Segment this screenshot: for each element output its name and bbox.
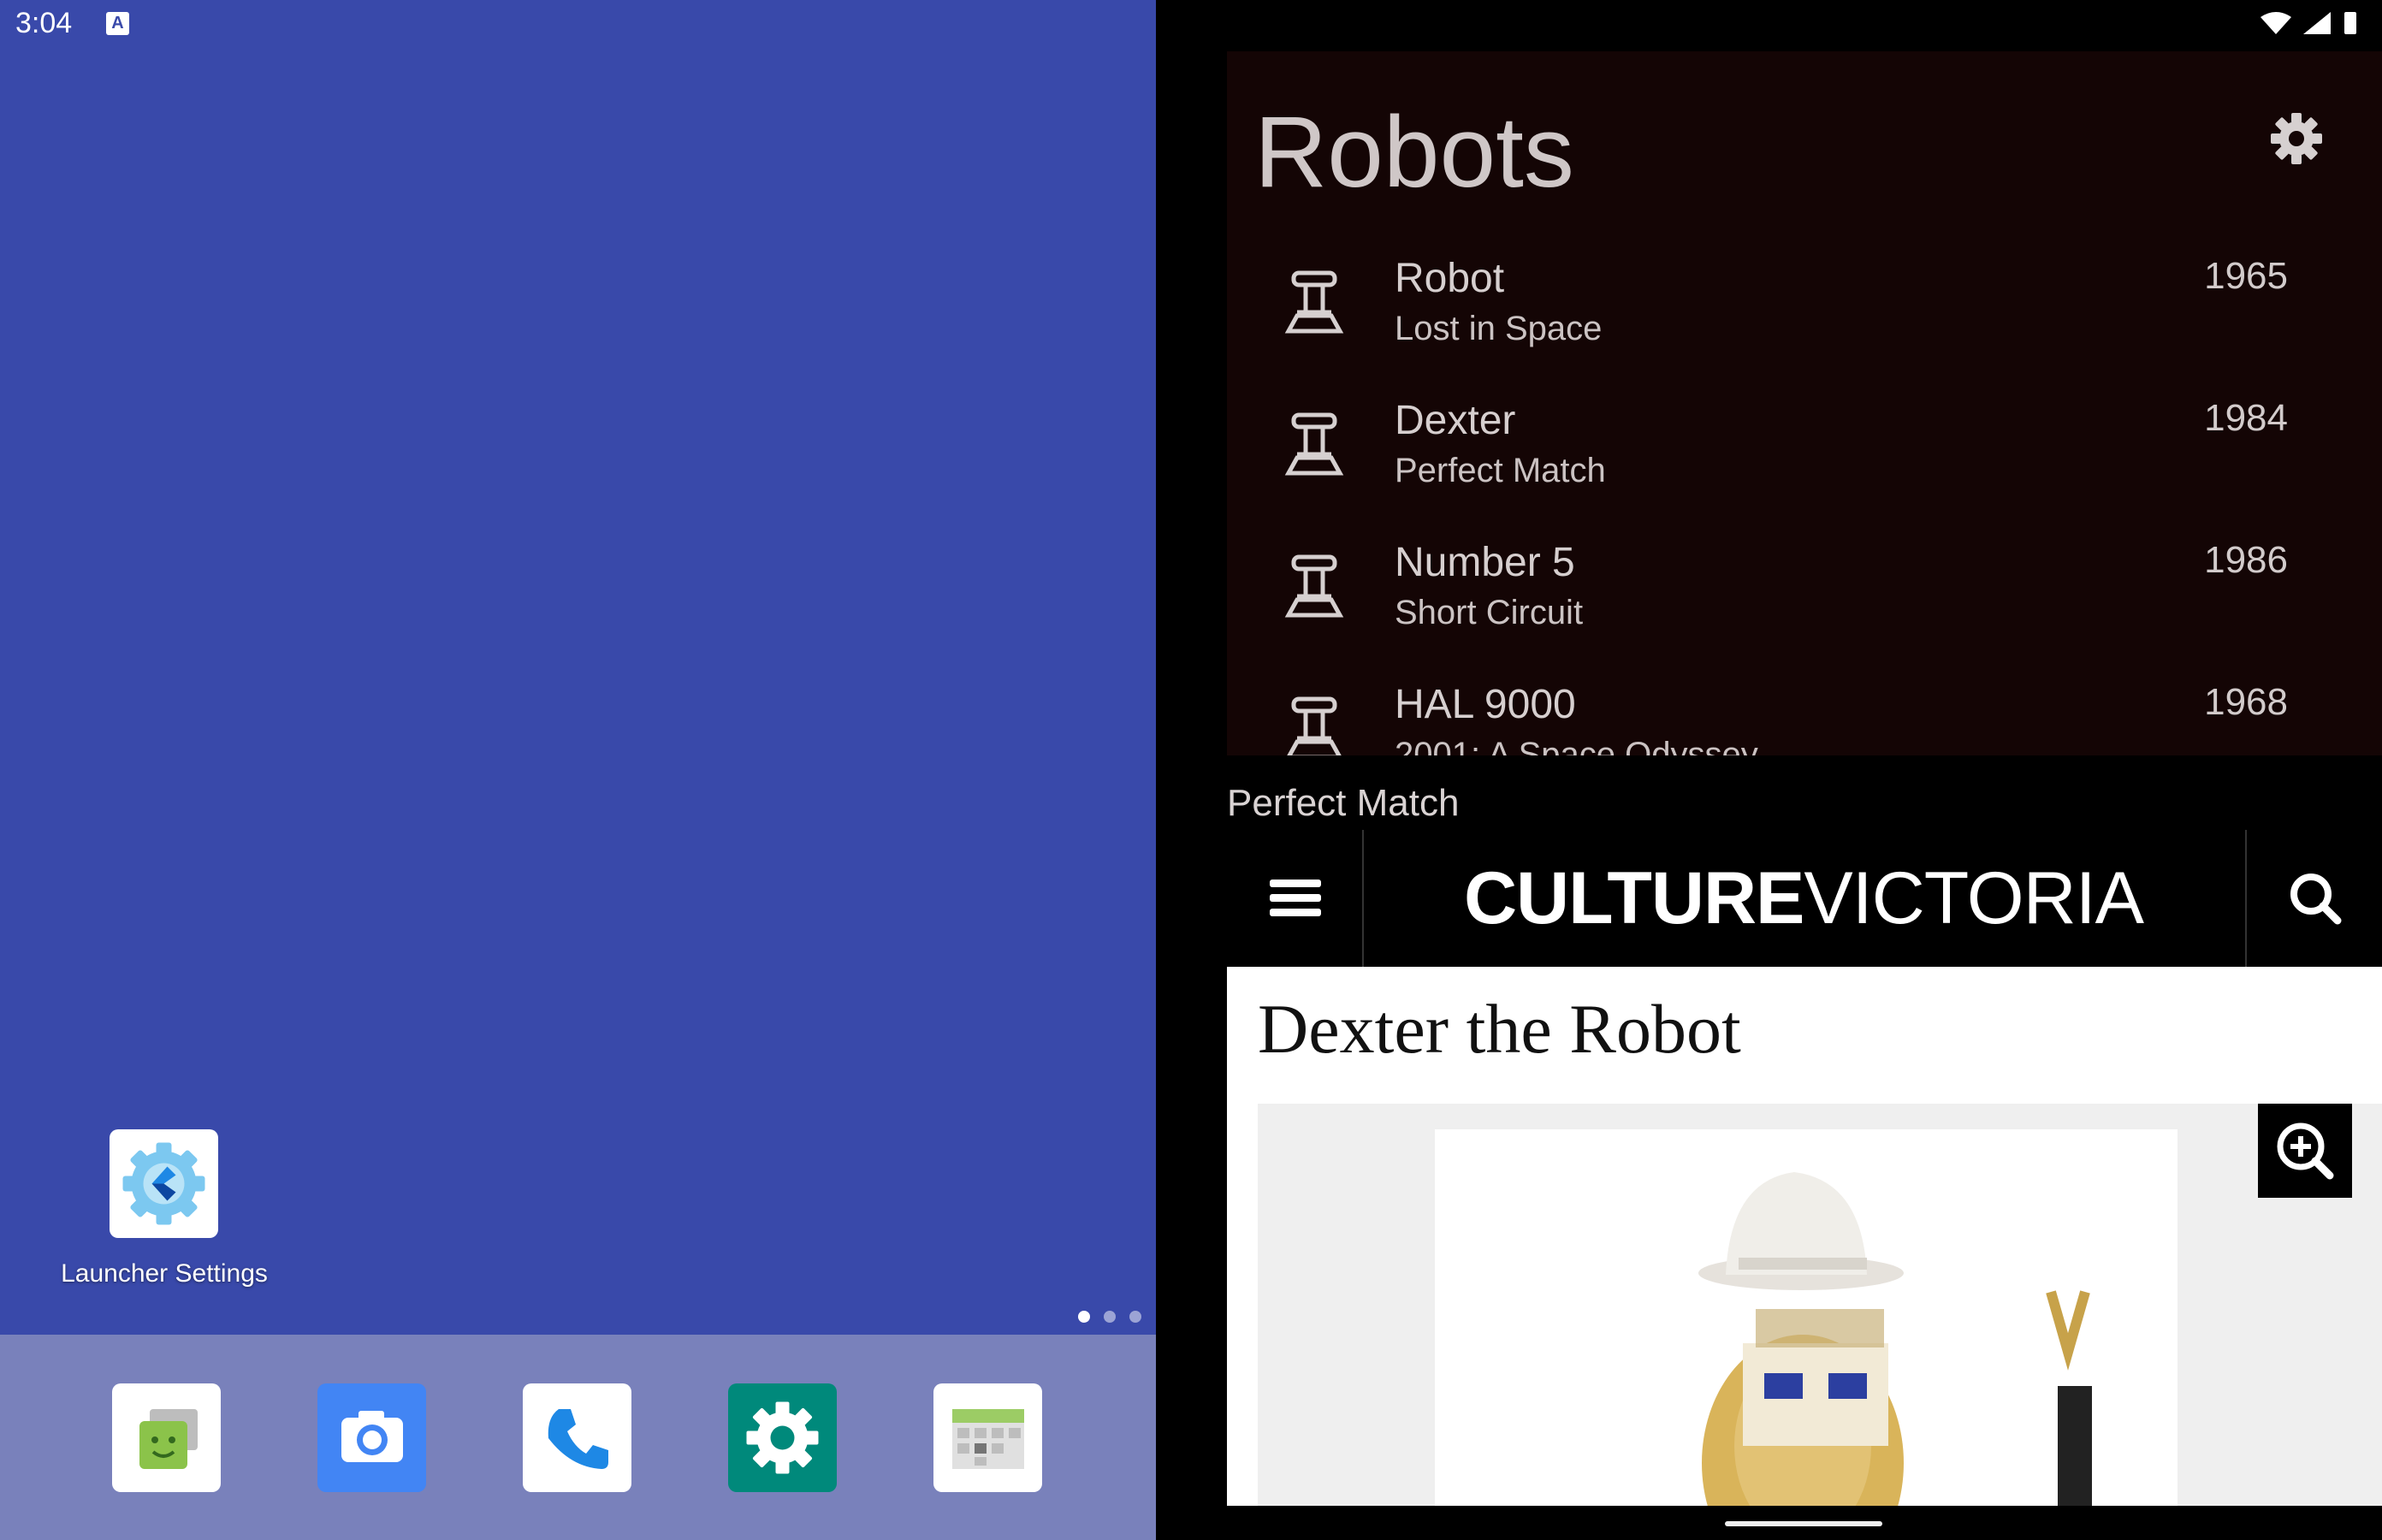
calendar-icon: [952, 1409, 1024, 1469]
calendar-app[interactable]: [933, 1383, 1042, 1492]
search-icon: [2290, 874, 2342, 925]
article-title: Dexter the Robot: [1258, 990, 1741, 1068]
launcher-settings-icon: [110, 1129, 218, 1238]
battery-icon: [2344, 12, 2356, 34]
robot-icon: [1284, 554, 1344, 618]
menu-button[interactable]: [1227, 830, 1364, 967]
robot-list-item[interactable]: Dexter Perfect Match 1984: [1227, 388, 2382, 530]
robot-name: HAL 9000: [1395, 682, 1576, 727]
zoom-button[interactable]: [2258, 1104, 2352, 1198]
robot-name: Number 5: [1395, 540, 1575, 585]
robot-year: 1984: [2204, 397, 2288, 439]
wifi-icon: [2261, 12, 2291, 34]
camera-app[interactable]: [317, 1383, 426, 1492]
phone-icon: [548, 1409, 608, 1469]
signal-icon: [2303, 12, 2331, 34]
camera-icon: [341, 1411, 403, 1462]
web-view: CULTURE VICTORIA Dexter the Robot: [1227, 830, 2382, 1506]
robot-list-item[interactable]: Robot Lost in Space 1965: [1227, 246, 2382, 388]
accessibility-notification-icon: A: [106, 12, 129, 35]
phone-app[interactable]: [523, 1383, 631, 1492]
site-logo[interactable]: CULTURE VICTORIA: [1362, 830, 2245, 967]
page-indicator-dot-active: [1078, 1311, 1090, 1323]
launcher-home-screen: [0, 0, 1156, 1540]
robot-film: Lost in Space: [1395, 310, 1603, 347]
logo-culture: CULTURE: [1463, 856, 1804, 939]
launcher-settings-label: Launcher Settings: [61, 1259, 268, 1288]
status-time: 3:04: [15, 7, 73, 39]
robot-year: 1968: [2204, 681, 2288, 723]
search-button[interactable]: [2245, 830, 2382, 967]
robot-name: Robot: [1395, 256, 1505, 301]
robot-name: Dexter: [1395, 398, 1516, 443]
robot-icon: [1284, 270, 1344, 334]
robot-film: 2001: A Space Odyssey: [1395, 736, 1758, 755]
selected-film-caption: Perfect Match: [1227, 782, 1460, 824]
settings-gear-button[interactable]: [2269, 111, 2324, 166]
page-indicator-dot: [1129, 1311, 1141, 1323]
site-header: CULTURE VICTORIA: [1227, 830, 2382, 967]
robot-list-item[interactable]: Number 5 Short Circuit 1986: [1227, 530, 2382, 672]
hamburger-menu-icon: [1270, 880, 1321, 916]
app-dock: [0, 1335, 1156, 1540]
article-image-area: [1258, 1104, 2382, 1506]
robot-year: 1965: [2204, 255, 2288, 297]
robot-list-item[interactable]: HAL 9000 2001: A Space Odyssey 1968: [1227, 672, 2382, 755]
robot-icon: [1287, 696, 1342, 755]
robot-year: 1986: [2204, 539, 2288, 581]
status-icons: [2259, 10, 2370, 42]
settings-icon: [746, 1401, 819, 1474]
robot-image: [1698, 1172, 2092, 1506]
gear-icon: [2271, 113, 2322, 164]
robot-film: Perfect Match: [1395, 452, 1606, 489]
page-indicator-dot: [1104, 1311, 1116, 1323]
dexter-robot-photo[interactable]: [1435, 1129, 2178, 1506]
robot-film: Short Circuit: [1395, 594, 1584, 631]
page-title: Robots: [1254, 96, 1574, 209]
messages-icon: [139, 1409, 198, 1469]
robot-icon: [1284, 412, 1344, 476]
messages-app[interactable]: [112, 1383, 221, 1492]
gesture-navigation-handle[interactable]: [1725, 1521, 1882, 1526]
robots-app: Robots Robot Lost in Space 1965 Dexter P…: [1227, 51, 2382, 755]
settings-app[interactable]: [728, 1383, 837, 1492]
logo-victoria: VICTORIA: [1804, 856, 2144, 939]
zoom-in-icon: [2277, 1122, 2334, 1180]
